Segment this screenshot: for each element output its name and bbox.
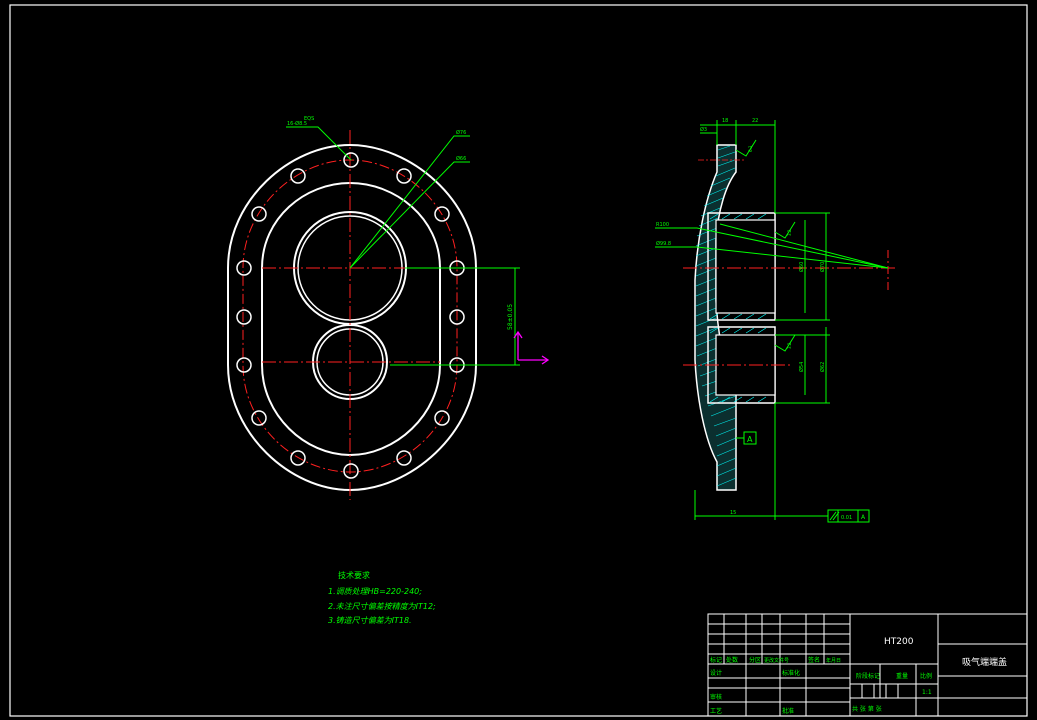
bolt-hole [290,168,306,184]
tb-design: 设计 [710,669,722,677]
tb-review: 审核 [710,693,722,701]
center-distance-label: 58±0.05 [507,304,514,330]
tech-title: 技术要求 [338,570,370,580]
tb-process: 工艺 [710,707,722,715]
side-view: 18 22 Ø3 R100 Ø99.8 Ø60 Ø70 Ø54 Ø62 6.3 … [655,118,898,523]
leader-hole-callout [286,126,352,161]
part-name-label: 吸气端端盖 [962,656,1007,668]
front-view: 16-Ø8.5 EQS Ø76 Ø66 58±0.05 [227,116,550,500]
side-dia-d: Ø62 [819,362,826,372]
bolt-hole [343,463,359,479]
side-radius-2: Ø99.8 [656,240,671,247]
material-label: HT200 [884,637,914,647]
tb-row-label: 标记 [710,656,722,664]
flange-outline [227,143,477,492]
tech-item: 2.未注尺寸偏差按精度为IT12; [328,602,436,611]
side-top-dim-1: 18 [722,118,728,124]
bottom-dim-label: 15 [730,510,736,516]
bolt-hole [236,309,252,325]
bolt-hole [251,410,267,426]
datum-label: A [747,435,753,444]
roughness-3-label: 3.2 [787,342,792,349]
tb-standardize: 标准化 [782,669,800,677]
bolt-hole [236,357,252,373]
tb-row-label: 分区 [749,656,761,664]
side-dia-c: Ø54 [798,362,805,372]
tb-row-label: 年月日 [826,657,841,664]
side-dia-b: Ø70 [819,262,826,272]
tb-scale-label: 比例 [920,672,932,680]
tb-row-label: 签名 [808,656,820,664]
parallel-tol-label: 0.01 [841,515,852,521]
bolt-hole [396,450,412,466]
tb-stage-mark: 阶段标记 [856,672,880,680]
ucs-axis-icon [513,330,550,365]
tech-item: 3.铸造尺寸偏差为IT18. [328,616,412,625]
side-left-ref: Ø3 [700,126,707,133]
inner-boss-outline [261,181,441,457]
side-top-dim-2: 22 [752,118,758,124]
tb-weight: 重量 [896,672,908,680]
tb-row-label: 处数 [726,656,738,664]
section-body [694,144,737,491]
tech-requirements: 技术要求 1.调质处理HB=220-240; 2.未注尺寸偏差按精度为IT12;… [328,570,436,625]
tb-approve: 批准 [782,707,794,715]
roughness-1-label: 6.3 [748,145,753,152]
dia-large-label: Ø76 [456,129,466,136]
tech-item: 1.调质处理HB=220-240; [328,587,422,596]
parallel-datum-label: A [861,514,866,521]
scale-value: 1:1 [922,689,932,696]
side-radius-1: R100 [656,222,669,228]
roughness-2-label: 3.2 [787,229,792,236]
hole-callout-sub: EQS [304,116,314,122]
cad-drawing-canvas: 16-Ø8.5 EQS Ø76 Ø66 58±0.05 18 22 Ø3 R10… [9,4,1028,717]
leader-dia-large [349,135,470,269]
bolt-hole [251,206,267,222]
tb-sheets: 共 张 第 张 [852,705,882,713]
tb-row-label: 更改文件号 [764,657,789,664]
side-dia-a: Ø60 [798,262,805,272]
dia-small-label: Ø66 [456,155,466,162]
bolt-hole [236,260,252,276]
